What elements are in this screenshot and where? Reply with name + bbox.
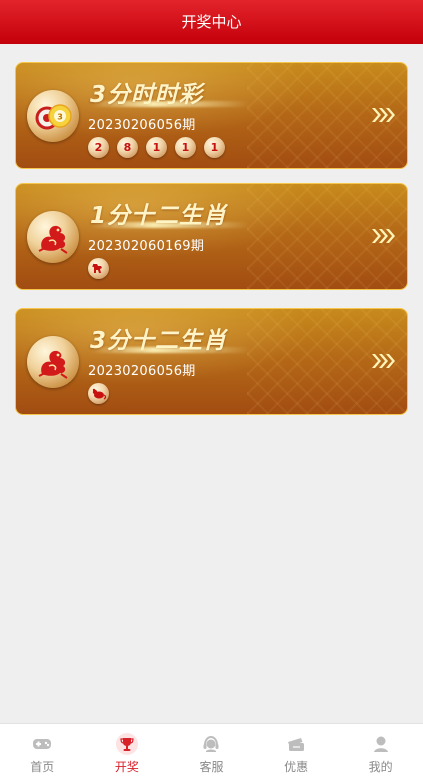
- svg-text:3: 3: [57, 113, 63, 122]
- page-title: 开奖中心: [181, 13, 242, 31]
- zodiac-rat-icon: [88, 383, 109, 404]
- lottery-card-3min-ssc[interactable]: 3 3分时时彩 20230206056期 2 8 1 1 1: [15, 62, 408, 169]
- result-balls: [88, 383, 109, 405]
- trophy-icon: [115, 733, 138, 755]
- gamepad-icon: [33, 739, 52, 749]
- lottery-card-3min-zodiac[interactable]: 3分十二生肖 20230206056期: [15, 308, 408, 415]
- tab-label: 客服: [199, 760, 224, 774]
- tab-home[interactable]: 首页: [0, 724, 85, 777]
- tab-label: 开奖: [114, 760, 139, 774]
- result-ball: 8: [117, 137, 138, 158]
- title-glow: [90, 101, 250, 107]
- tab-label: 首页: [30, 760, 55, 774]
- chevron-right-icon: [372, 108, 395, 122]
- result-ball: 2: [88, 137, 109, 158]
- title-glow: [90, 347, 250, 353]
- user-icon: [373, 736, 388, 752]
- chevron-right-icon: [372, 354, 395, 368]
- result-ball: 1: [175, 137, 196, 158]
- tab-promotions[interactable]: 优惠: [254, 724, 339, 777]
- chevron-right-icon: [372, 229, 395, 243]
- result-ball: 1: [204, 137, 225, 158]
- tab-mine[interactable]: 我的: [338, 724, 423, 777]
- title-glow: [90, 222, 250, 228]
- result-ball: 1: [146, 137, 167, 158]
- lottery-period: 20230206056期: [88, 118, 196, 133]
- result-balls: 2 8 1 1 1: [88, 137, 225, 159]
- lottery-period: 20230206056期: [88, 364, 196, 379]
- tab-customer-service[interactable]: 客服: [169, 724, 254, 777]
- zodiac-dog-icon: [88, 258, 109, 279]
- tab-label: 我的: [368, 760, 393, 774]
- ticket-icon: [288, 738, 305, 751]
- tab-lottery[interactable]: 开奖: [85, 724, 170, 777]
- result-balls: [88, 258, 109, 280]
- tab-label: 优惠: [284, 760, 309, 774]
- bottom-tab-bar: 首页 开奖 客服 优惠 我的: [0, 723, 423, 777]
- lottery-balls-icon: 3: [27, 90, 79, 142]
- dragon-icon: [27, 211, 79, 263]
- lottery-card-1min-zodiac[interactable]: 1分十二生肖 202302060169期: [15, 183, 408, 290]
- page-header: 开奖中心: [0, 0, 423, 44]
- customer-service-icon: [203, 735, 219, 752]
- dragon-icon: [27, 336, 79, 388]
- lottery-period: 202302060169期: [88, 239, 205, 254]
